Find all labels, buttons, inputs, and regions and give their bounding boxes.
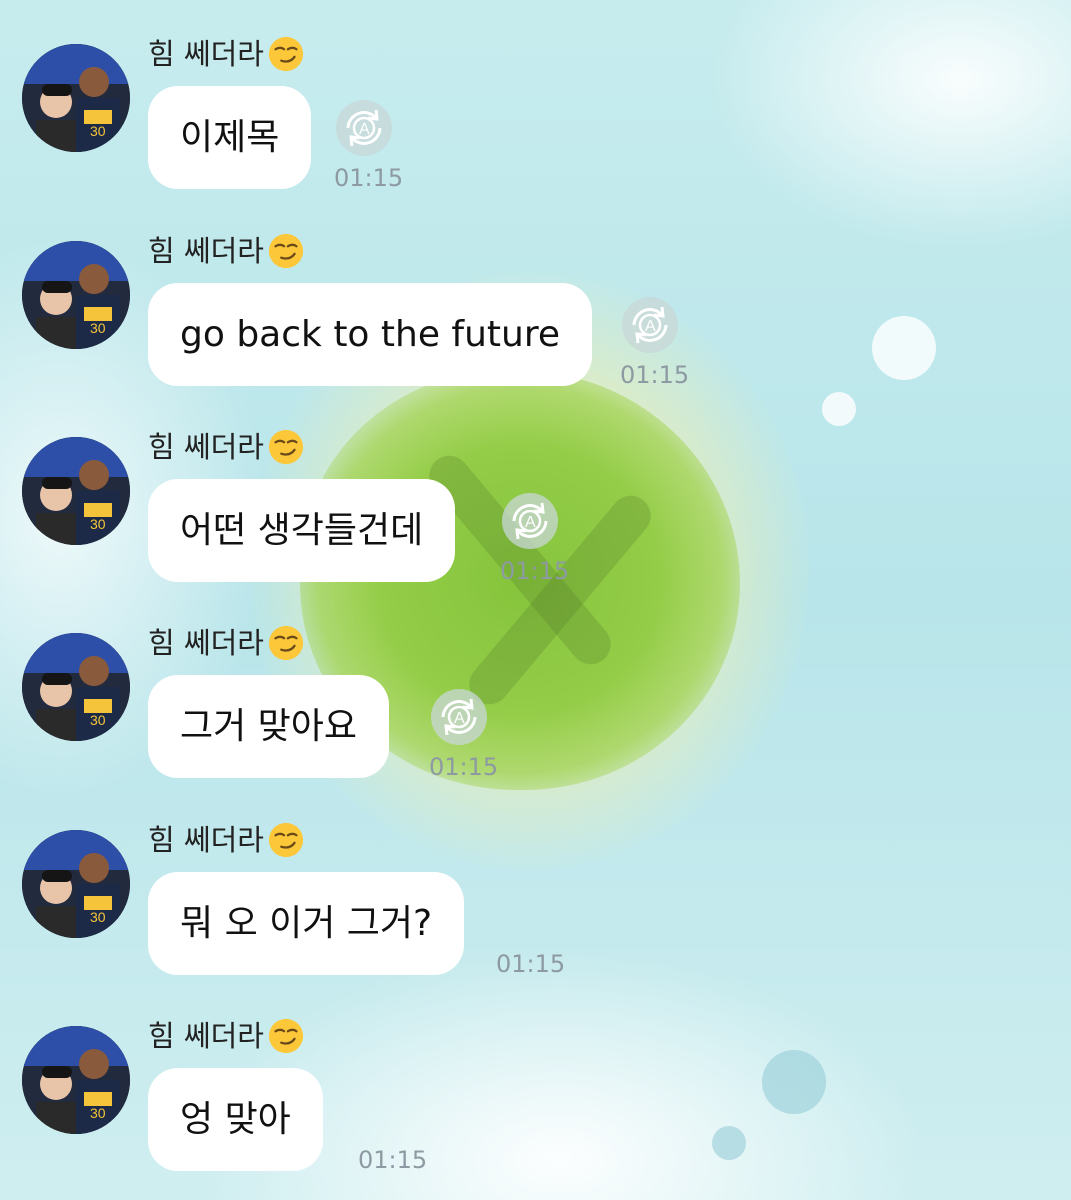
sender-name: 힘 쎄더라 xyxy=(148,32,305,76)
message-time: 01:15 xyxy=(496,950,566,978)
avatar-image: 30 xyxy=(22,1026,130,1134)
svg-text:30: 30 xyxy=(90,320,106,336)
avatar[interactable]: 30 xyxy=(22,241,130,349)
sender-name: 힘 쎄더라 xyxy=(148,1014,305,1058)
avatar-image: 30 xyxy=(22,241,130,349)
refresh-a-icon[interactable]: A xyxy=(429,687,489,747)
sender-name-label: 힘 쎄더라 xyxy=(148,234,264,268)
sender-name: 힘 쎄더라 xyxy=(148,621,305,665)
message-meta: A 01:15 xyxy=(500,491,570,585)
smirk-face-icon xyxy=(268,233,304,269)
refresh-a-icon[interactable]: A xyxy=(334,98,394,158)
message-row: 30 힘 쎄더라 엉 맞아 01:15 xyxy=(0,982,1071,1178)
avatar-image: 30 xyxy=(22,437,130,545)
svg-text:30: 30 xyxy=(90,712,106,728)
message-time: 01:15 xyxy=(334,164,404,192)
avatar[interactable]: 30 xyxy=(22,1026,130,1134)
avatar[interactable]: 30 xyxy=(22,830,130,938)
message-meta: A 01:15 xyxy=(620,295,690,389)
message-row: 30 힘 쎄더라 뭐 오 이거 그거? 01:15 xyxy=(0,786,1071,982)
smirk-face-icon xyxy=(268,1018,304,1054)
avatar[interactable]: 30 xyxy=(22,437,130,545)
message-row: 30 힘 쎄더라 이제목 A 01:15 xyxy=(0,0,1071,196)
sender-name-label: 힘 쎄더라 xyxy=(148,430,264,464)
svg-text:30: 30 xyxy=(90,909,106,925)
message-meta: A 01:15 xyxy=(429,687,499,781)
message-feed: 30 힘 쎄더라 이제목 A 01:15 30 힘 쎄더라 go back to… xyxy=(0,0,1071,1200)
message-time: 01:15 xyxy=(358,1146,428,1174)
sender-name-label: 힘 쎄더라 xyxy=(148,37,264,71)
smirk-face-icon xyxy=(268,625,304,661)
avatar-image: 30 xyxy=(22,830,130,938)
svg-text:A: A xyxy=(645,318,656,335)
avatar-image: 30 xyxy=(22,633,130,741)
sender-name: 힘 쎄더라 xyxy=(148,425,305,469)
message-time: 01:15 xyxy=(500,557,570,585)
message-meta: A 01:15 xyxy=(334,98,404,192)
svg-text:30: 30 xyxy=(90,516,106,532)
message-time: 01:15 xyxy=(620,361,690,389)
refresh-a-icon[interactable]: A xyxy=(620,295,680,355)
message-bubble[interactable]: 엉 맞아 xyxy=(148,1068,323,1171)
message-row: 30 힘 쎄더라 그거 맞아요 A 01:15 xyxy=(0,589,1071,785)
sender-name: 힘 쎄더라 xyxy=(148,229,305,273)
sender-name: 힘 쎄더라 xyxy=(148,818,305,862)
message-time: 01:15 xyxy=(429,753,499,781)
svg-text:A: A xyxy=(525,514,536,531)
sender-name-label: 힘 쎄더라 xyxy=(148,626,264,660)
svg-text:A: A xyxy=(454,710,465,727)
sender-name-label: 힘 쎄더라 xyxy=(148,823,264,857)
smirk-face-icon xyxy=(268,822,304,858)
avatar[interactable]: 30 xyxy=(22,44,130,152)
smirk-face-icon xyxy=(268,429,304,465)
message-bubble[interactable]: 그거 맞아요 xyxy=(148,675,390,778)
message-row: 30 힘 쎄더라 go back to the future A 01:15 xyxy=(0,197,1071,393)
avatar-image: 30 xyxy=(22,44,130,152)
svg-text:30: 30 xyxy=(90,1105,106,1121)
smirk-face-icon xyxy=(268,36,304,72)
message-bubble[interactable]: go back to the future xyxy=(148,283,593,386)
message-bubble[interactable]: 뭐 오 이거 그거? xyxy=(148,872,465,975)
message-bubble[interactable]: 이제목 xyxy=(148,86,312,189)
message-row: 30 힘 쎄더라 어떤 생각들건데 A 01:15 xyxy=(0,393,1071,589)
sender-name-label: 힘 쎄더라 xyxy=(148,1019,264,1053)
avatar[interactable]: 30 xyxy=(22,633,130,741)
svg-text:30: 30 xyxy=(90,123,106,139)
message-bubble[interactable]: 어떤 생각들건데 xyxy=(148,479,456,582)
refresh-a-icon[interactable]: A xyxy=(500,491,560,551)
svg-text:A: A xyxy=(359,121,370,138)
